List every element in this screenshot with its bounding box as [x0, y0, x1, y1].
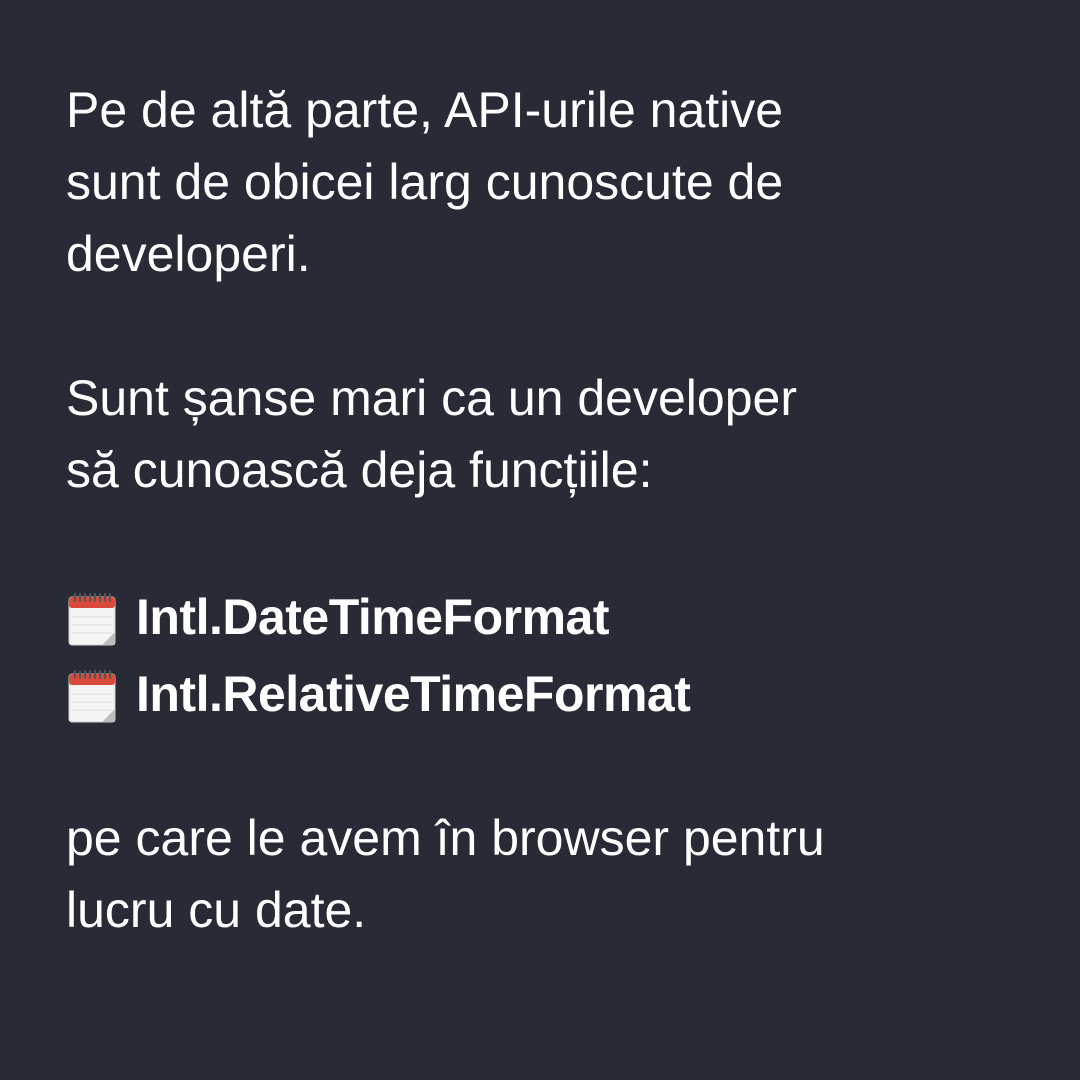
closing-paragraph: pe care le avem în browser pentru lucru … [66, 802, 1020, 946]
slide: Pe de altă parte, API-urile native sunt … [0, 0, 1080, 1080]
api-item-label: Intl.RelativeTimeFormat [136, 665, 691, 722]
functions-intro-line-1: Sunt șanse mari ca un developer [66, 370, 797, 426]
api-item-label: Intl.DateTimeFormat [136, 588, 610, 645]
intro-line-3: developeri. [66, 226, 311, 282]
closing-line-2: lucru cu date. [66, 882, 367, 938]
api-item-datetimeformat: Intl.DateTimeFormat [66, 578, 1020, 655]
functions-intro-line-2: să cunoască deja funcțiile: [66, 442, 653, 498]
intro-paragraph: Pe de altă parte, API-urile native sunt … [66, 74, 1020, 290]
calendar-icon [68, 669, 116, 722]
intro-line-1: Pe de altă parte, API-urile native [66, 82, 784, 138]
functions-intro-paragraph: Sunt șanse mari ca un developer să cunoa… [66, 362, 1020, 506]
calendar-icon [68, 592, 116, 645]
api-list: Intl.DateTimeFormat Intl.RelativeTimeFor… [66, 578, 1020, 732]
closing-line-1: pe care le avem în browser pentru [66, 810, 825, 866]
api-item-relativetimeformat: Intl.RelativeTimeFormat [66, 655, 1020, 732]
intro-line-2: sunt de obicei larg cunoscute de [66, 154, 784, 210]
